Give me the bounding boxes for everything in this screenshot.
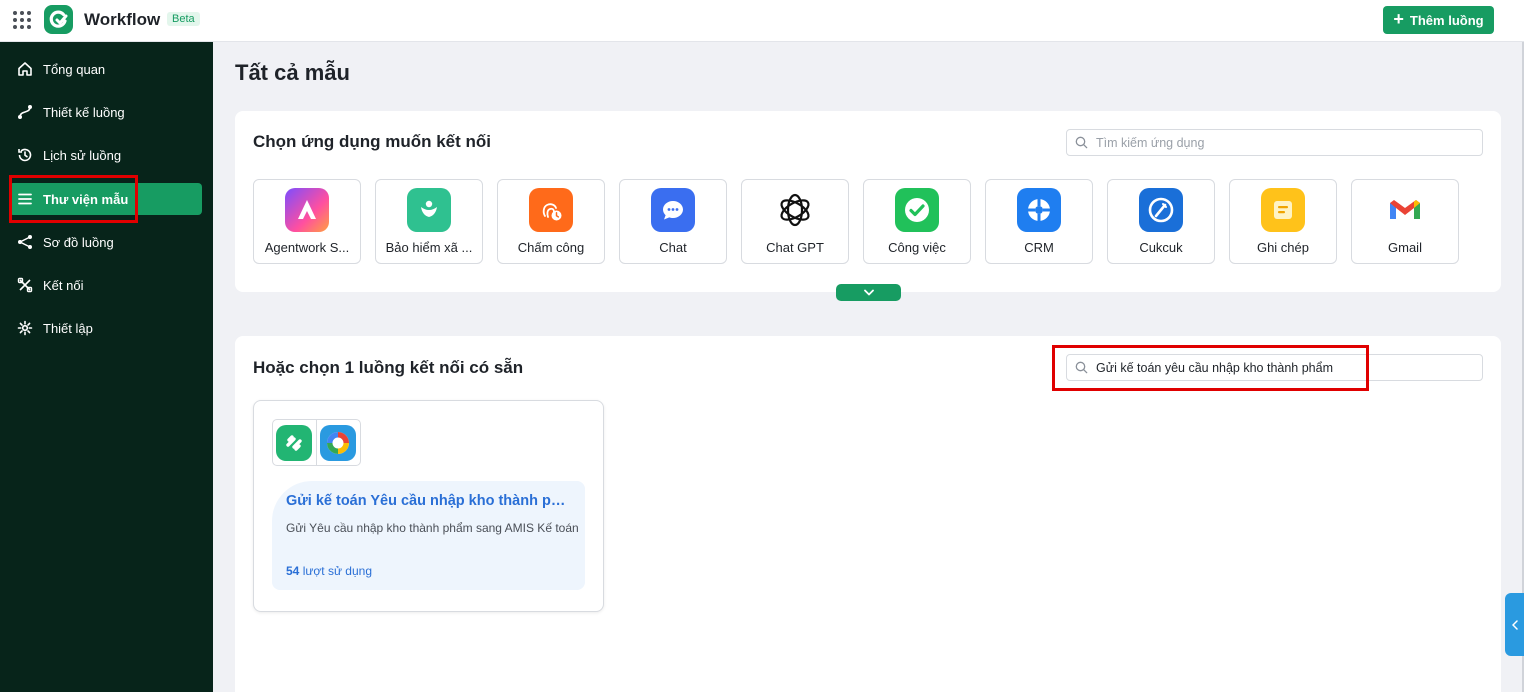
sidebar-item-label: Kết nối (43, 277, 84, 293)
sidebar-item-label: Lịch sử luồng (43, 147, 122, 163)
history-icon (16, 146, 34, 164)
amis-accounting-icon (317, 420, 361, 465)
flows-section: Hoặc chọn 1 luồng kết nối có sẵn Gửi kế … (235, 336, 1501, 692)
flows-section-title: Hoặc chọn 1 luồng kết nối có sẵn (253, 358, 524, 377)
flow-usage: 54 lượt sử dụng (286, 564, 372, 578)
flow-info-panel: Gửi kế toán Yêu cầu nhập kho thành phẩm … (272, 481, 585, 590)
app-label: Gmail (1388, 240, 1422, 255)
sidebar-item-settings[interactable]: Thiết lập (9, 312, 202, 344)
flow-search-box[interactable] (1066, 354, 1483, 381)
apps-section: Chọn ứng dụng muốn kết nối Agentwork S..… (235, 111, 1501, 292)
chatgpt-icon (773, 188, 817, 232)
app-tile-chat[interactable]: Chat (619, 179, 727, 264)
timekeeping-icon (529, 188, 573, 232)
insurance-icon (407, 188, 451, 232)
sidebar-item-flow-history[interactable]: Lịch sử luồng (9, 139, 202, 171)
app-label: Cukcuk (1139, 240, 1183, 255)
app-tile-task[interactable]: Công việc (863, 179, 971, 264)
home-icon (16, 60, 34, 78)
sidebar-item-connections[interactable]: Kết nối (9, 269, 202, 301)
app-label: CRM (1024, 240, 1054, 255)
sidebar-item-label: Sơ đồ luồng (43, 234, 114, 250)
sidebar-item-label: Thư viện mẫu (43, 191, 129, 207)
agentwork-icon (285, 188, 329, 232)
plus-icon: + (1393, 9, 1404, 29)
app-label: Chat GPT (766, 240, 824, 255)
flow-title[interactable]: Gửi kế toán Yêu cầu nhập kho thành phẩm (286, 493, 566, 509)
sidebar-item-template-library[interactable]: Thư viện mẫu (9, 183, 202, 215)
workflow-logo-icon (44, 5, 73, 34)
app-tile-agentwork[interactable]: Agentwork S... (253, 179, 361, 264)
app-search-box[interactable] (1066, 129, 1483, 156)
search-icon (1075, 361, 1088, 374)
flow-usage-label: lượt sử dụng (302, 564, 373, 578)
app-tile-timekeeping[interactable]: Chấm công (497, 179, 605, 264)
flow-usage-count: 54 (286, 564, 300, 578)
sidebar-item-flow-diagram[interactable]: Sơ đồ luồng (9, 226, 202, 258)
task-icon (895, 188, 939, 232)
sidebar: Tổng quan Thiết kế luồng Lịch sử luồng T… (0, 42, 213, 692)
sidebar-item-label: Tổng quan (43, 61, 106, 77)
app-grid-icon[interactable] (13, 11, 31, 29)
workflow-app-icon (273, 420, 317, 465)
flow-template-card[interactable]: Gửi kế toán Yêu cầu nhập kho thành phẩm … (253, 400, 604, 612)
app-tile-cukcuk[interactable]: Cukcuk (1107, 179, 1215, 264)
menu-list-icon (16, 190, 34, 208)
chevron-left-icon (1511, 619, 1518, 630)
app-title: Workflow (84, 10, 161, 29)
search-icon (1075, 136, 1088, 149)
sidebar-item-label: Thiết lập (43, 320, 93, 336)
top-bar: Workflow Beta + Thêm luồng (0, 0, 1524, 42)
app-tile-insurance[interactable]: Bảo hiểm xã ... (375, 179, 483, 264)
app-list: Agentwork S... Bảo hiểm xã ... Chấm công… (253, 179, 1473, 264)
flow-search-input[interactable] (1096, 360, 1456, 375)
app-tile-chatgpt[interactable]: Chat GPT (741, 179, 849, 264)
add-flow-label: Thêm luồng (1409, 12, 1484, 28)
gear-icon (16, 319, 34, 337)
note-icon (1261, 188, 1305, 232)
flow-app-icons (272, 419, 361, 466)
cukcuk-icon (1139, 188, 1183, 232)
connect-icon (16, 276, 34, 294)
app-label: Agentwork S... (264, 240, 350, 255)
sidebar-item-label: Thiết kế luồng (43, 104, 125, 120)
app-label: Công việc (888, 240, 946, 255)
crm-icon (1017, 188, 1061, 232)
app-tile-crm[interactable]: CRM (985, 179, 1093, 264)
apps-section-title: Chọn ứng dụng muốn kết nối (253, 132, 491, 151)
app-search-input[interactable] (1096, 135, 1456, 150)
add-flow-button[interactable]: + Thêm luồng (1383, 6, 1494, 34)
chat-icon (651, 188, 695, 232)
app-tile-gmail[interactable]: Gmail (1351, 179, 1459, 264)
flow-description: Gửi Yêu cầu nhập kho thành phẩm sang AMI… (286, 521, 579, 535)
app-label: Chấm công (517, 240, 585, 255)
flow-design-icon (16, 103, 34, 121)
expand-apps-button[interactable] (836, 284, 901, 301)
side-panel-toggle[interactable] (1505, 593, 1524, 656)
app-tile-note[interactable]: Ghi chép (1229, 179, 1337, 264)
sidebar-item-overview[interactable]: Tổng quan (9, 53, 202, 85)
page-title: Tất cả mẫu (235, 60, 350, 85)
app-label: Bảo hiểm xã ... (385, 240, 473, 255)
beta-badge: Beta (167, 12, 200, 26)
app-label: Chat (659, 240, 687, 255)
app-label: Ghi chép (1256, 240, 1310, 255)
share-nodes-icon (16, 233, 34, 251)
gmail-icon (1383, 188, 1427, 232)
chevron-down-icon (863, 289, 874, 296)
sidebar-item-flow-design[interactable]: Thiết kế luồng (9, 96, 202, 128)
